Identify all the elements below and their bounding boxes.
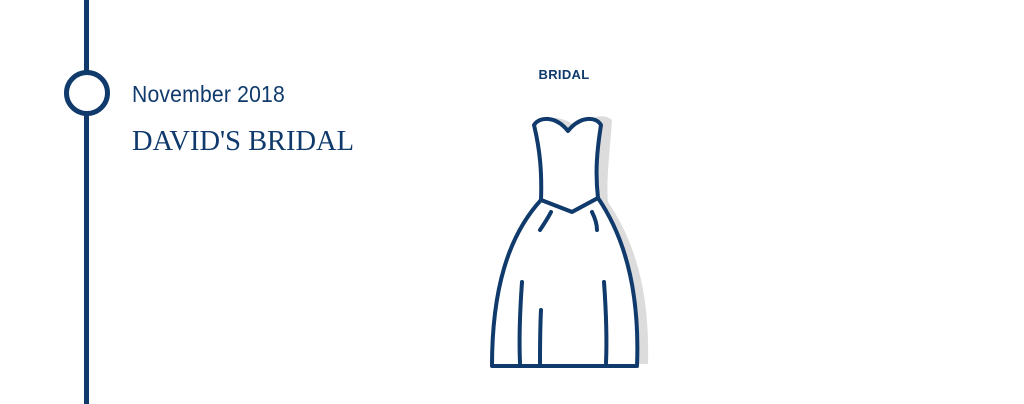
brand-logo-text: DAVID'S BRIDAL xyxy=(132,125,354,157)
dress-bodice xyxy=(532,116,603,214)
category-label: BRIDAL xyxy=(538,67,590,82)
event-date: November 2018 xyxy=(132,81,285,107)
timeline-line xyxy=(84,0,89,404)
brand-logo: DAVID'S BRIDAL xyxy=(132,125,354,157)
dress-fold-middle xyxy=(538,308,543,365)
timeline-node-icon xyxy=(64,70,110,116)
wedding-dress-icon xyxy=(490,116,649,368)
dress-fold-left xyxy=(517,280,524,365)
dress-fold-right xyxy=(602,280,609,365)
